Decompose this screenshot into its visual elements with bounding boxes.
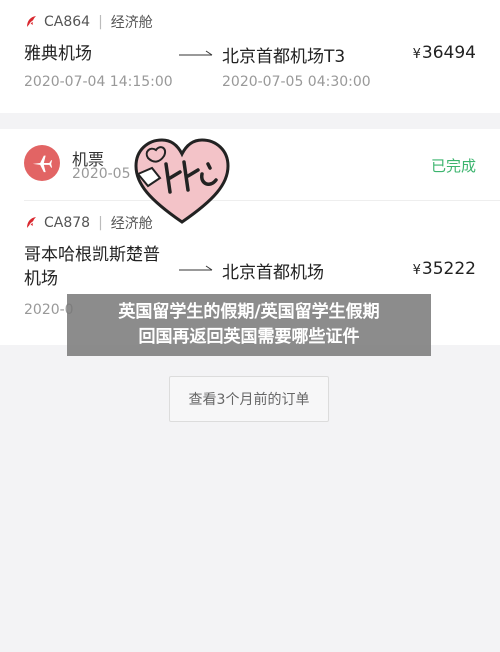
flight-number: CA878	[44, 215, 91, 231]
air-china-logo-icon	[27, 217, 36, 228]
divider	[24, 200, 500, 201]
overlay-title: 英国留学生的假期/英国留学生假期 回国再返回英国需要哪些证件	[79, 300, 419, 350]
departure-time: 2020-07-04 14:15:00	[24, 74, 173, 90]
arrow-right-icon	[179, 50, 213, 56]
airplane-glyph-icon	[32, 155, 53, 173]
price-value: 35222	[421, 259, 476, 279]
separator: |	[98, 215, 103, 231]
order-status: 已完成	[430, 157, 476, 175]
heart-sticker-icon	[134, 138, 230, 224]
overlay-line2: 回国再返回英国需要哪些证件	[138, 327, 360, 347]
price: ¥35222	[413, 259, 476, 279]
currency-symbol: ¥	[412, 47, 421, 62]
air-china-logo-icon	[27, 16, 36, 27]
price-value: 36494	[421, 43, 476, 63]
cabin-class: 经济舱	[110, 15, 153, 31]
departure-airport: 雅典机场	[24, 44, 92, 64]
departure-airport-line1: 哥本哈根凯斯楚普	[24, 245, 160, 265]
view-older-orders-button[interactable]: 查看3个月前的订单	[169, 376, 329, 422]
airplane-icon	[24, 145, 60, 181]
order-date: 2020-05	[72, 166, 131, 182]
arrival-airport: 北京首都机场T3	[222, 47, 346, 67]
separator: |	[98, 14, 103, 30]
arrival-airport: 北京首都机场	[222, 263, 324, 283]
departure-airport-line2: 机场	[24, 269, 58, 289]
overlay-banner: 英国留学生的假期/英国留学生假期 回国再返回英国需要哪些证件	[67, 294, 431, 356]
price: ¥36494	[413, 43, 476, 63]
currency-symbol: ¥	[412, 263, 421, 278]
flight-card-ca864[interactable]: CA864 | 经济舱 雅典机场 北京首都机场T3 ¥36494 2020-07…	[0, 0, 500, 113]
flight-number: CA864	[44, 14, 91, 30]
airline-header: CA864 | 经济舱	[24, 12, 153, 32]
arrival-time: 2020-07-05 04:30:00	[222, 74, 371, 90]
departure-airport: 哥本哈根凯斯楚普 机场	[24, 243, 160, 291]
arrow-right-icon	[179, 265, 213, 271]
overlay-line1: 英国留学生的假期/英国留学生假期	[118, 302, 380, 322]
